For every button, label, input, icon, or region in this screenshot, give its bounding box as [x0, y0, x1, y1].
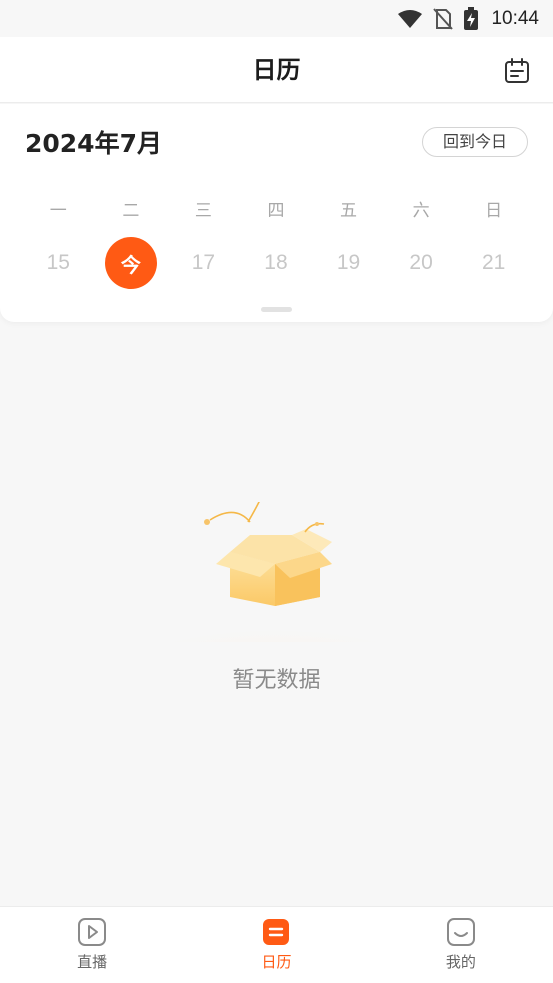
date-cell[interactable]: 18	[240, 237, 313, 289]
calendar-picker-button[interactable]	[503, 57, 531, 85]
month-label: 2024年7月	[25, 129, 162, 158]
weekday-label: 四	[267, 201, 285, 221]
tab-label: 日历	[261, 953, 292, 971]
date-cell[interactable]: 20	[385, 237, 458, 289]
empty-state-text: 暂无数据	[232, 668, 321, 693]
weekday-label: 六	[412, 201, 430, 221]
bottom-tab-bar: 直播 日历 我的	[0, 906, 553, 983]
date-cell[interactable]: 15	[22, 237, 95, 289]
back-to-today-button[interactable]: 回到今日	[422, 127, 528, 157]
weekday-label: 二	[122, 201, 140, 221]
today-marker: 今	[104, 237, 157, 289]
smiley-icon	[446, 918, 475, 946]
empty-state: 暂无数据	[0, 322, 553, 906]
weekday-label: 五	[340, 201, 358, 221]
no-sim-icon	[433, 7, 454, 30]
empty-box-illustration	[115, 502, 435, 642]
weekday-header: 一 二 三 四 五 六 日	[22, 196, 530, 221]
week-dates: 15 今 17 18 19 20 21	[22, 237, 530, 289]
expand-handle[interactable]	[261, 307, 292, 312]
status-time: 10:44	[491, 7, 539, 29]
calendar-icon	[263, 919, 290, 945]
play-icon	[78, 918, 107, 946]
tab-calendar[interactable]: 日历	[184, 907, 368, 983]
week-calendar: 2024年7月 回到今日 一 二 三 四 五 六 日 15 今 17 18 19…	[0, 104, 553, 322]
date-cell[interactable]: 21	[457, 237, 530, 289]
weekday-label: 一	[49, 201, 67, 221]
tab-label: 我的	[445, 953, 476, 971]
wifi-icon	[397, 9, 423, 29]
weekday-label: 日	[485, 201, 503, 221]
date-cell[interactable]: 17	[167, 237, 240, 289]
calendar-icon	[505, 58, 529, 83]
page-title: 日历	[252, 56, 301, 84]
date-cell[interactable]: 19	[312, 237, 385, 289]
top-app-bar: 日历	[0, 37, 553, 103]
tab-live[interactable]: 直播	[0, 907, 184, 983]
status-bar: 10:44	[0, 0, 553, 37]
date-cell-today[interactable]: 今	[95, 237, 168, 289]
battery-charging-icon	[463, 6, 479, 31]
tab-profile[interactable]: 我的	[369, 907, 553, 983]
tab-label: 直播	[77, 953, 108, 971]
weekday-label: 三	[194, 201, 212, 221]
